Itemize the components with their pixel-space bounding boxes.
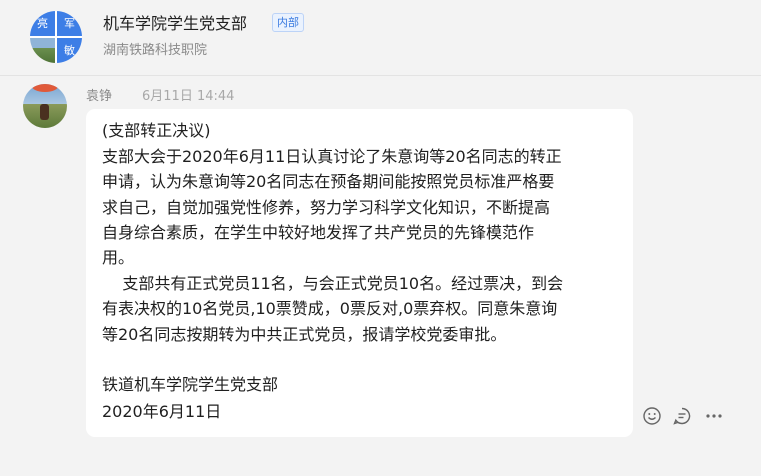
avatar-decoration [31,84,59,92]
message-line: (支部转正决议) [102,121,211,140]
sender-avatar[interactable] [23,84,67,128]
message-time: 6月11日 14:44 [142,89,235,104]
message-bubble[interactable]: (支部转正决议) 支部大会于2020年6月11日认真讨论了朱意询等20名同志的转… [86,109,633,437]
avatar-photo [30,38,55,63]
message-line: 用。 [102,248,135,267]
message-line: 2020年6月11日 [102,402,222,421]
group-name[interactable]: 机车学院学生党支部 [103,10,247,34]
message-line: 求自己，自觉加强党性修养，努力学习科学文化知识，不断提高 [102,198,551,217]
avatar-tile: 亮 [30,11,55,36]
avatar-figure [40,104,49,120]
internal-badge: 内部 [272,13,304,32]
chat-header: 亮 军 敏 机车学院学生党支部 内部 湖南铁路科技职院 [0,0,761,76]
message-line: 铁道机车学院学生党支部 [102,375,279,394]
message-line: 申请，认为朱意询等20名同志在预备期间能按照党员标准严格要 [102,172,555,191]
avatar-tile: 军 [57,11,82,36]
message-line: 支部大会于2020年6月11日认真讨论了朱意询等20名同志的转正 [102,147,562,166]
avatar-tile: 敏 [57,38,82,63]
more-icon[interactable] [703,405,725,427]
group-organization: 湖南铁路科技职院 [103,43,208,58]
message-line: 等20名同志按期转为中共正式党员，报请学校党委审批。 [102,325,507,344]
message-line: 自身综合素质，在学生中较好地发挥了共产党员的先锋模范作 [102,223,535,242]
sender-name[interactable]: 袁铮 [86,85,112,104]
reply-icon[interactable] [671,405,693,427]
message-line: 有表决权的10名党员,10票赞成，0票反对,0票弃权。同意朱意询 [102,299,558,318]
message-line: 支部共有正式党员11名，与会正式党员10名。经过票决，到会 [102,274,564,293]
group-avatar[interactable]: 亮 军 敏 [30,11,82,63]
emoji-icon[interactable] [641,405,663,427]
